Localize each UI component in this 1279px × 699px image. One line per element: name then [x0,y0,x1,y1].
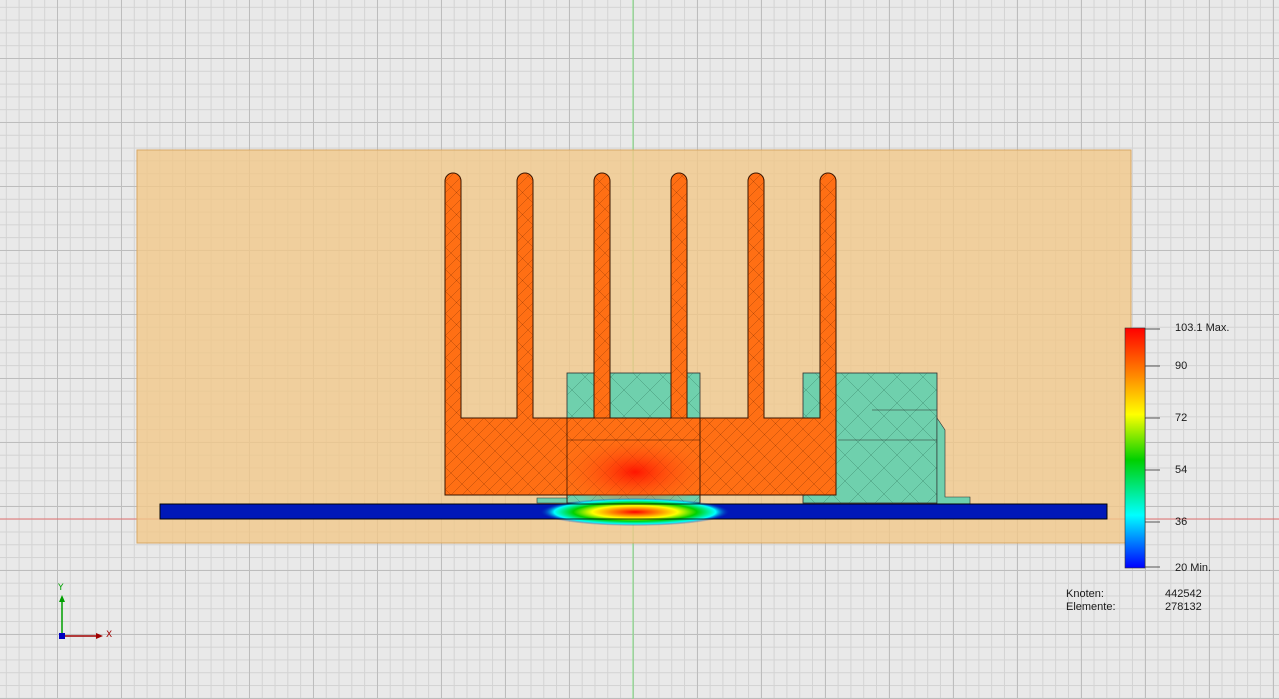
legend-tick-label: 72 [1175,412,1188,424]
elements-value: 278132 [1165,601,1202,613]
axis-triad [59,595,103,639]
legend-color-bar [1124,327,1146,569]
legend-min-label: 20 Min. [1175,562,1212,574]
nodes-label: Knoten: [1066,588,1104,600]
legend-ticks [1145,328,1160,568]
legend-tick-label: 36 [1175,516,1188,528]
stat-row-nodes: Knoten: 442542 [1066,588,1202,601]
legend-tick-label: 54 [1175,464,1188,476]
legend-tick-label: 90 [1175,360,1188,372]
mesh-statistics: Knoten: 442542 Elemente: 278132 [1066,588,1202,614]
stat-row-elements: Elemente: 278132 [1066,601,1202,614]
y-axis-label: Y [58,583,64,593]
legend-max-label: 103.1 Max. [1175,322,1230,334]
nodes-value: 442542 [1165,588,1202,600]
elements-label: Elemente: [1066,601,1116,613]
x-axis-label: X [106,630,113,640]
